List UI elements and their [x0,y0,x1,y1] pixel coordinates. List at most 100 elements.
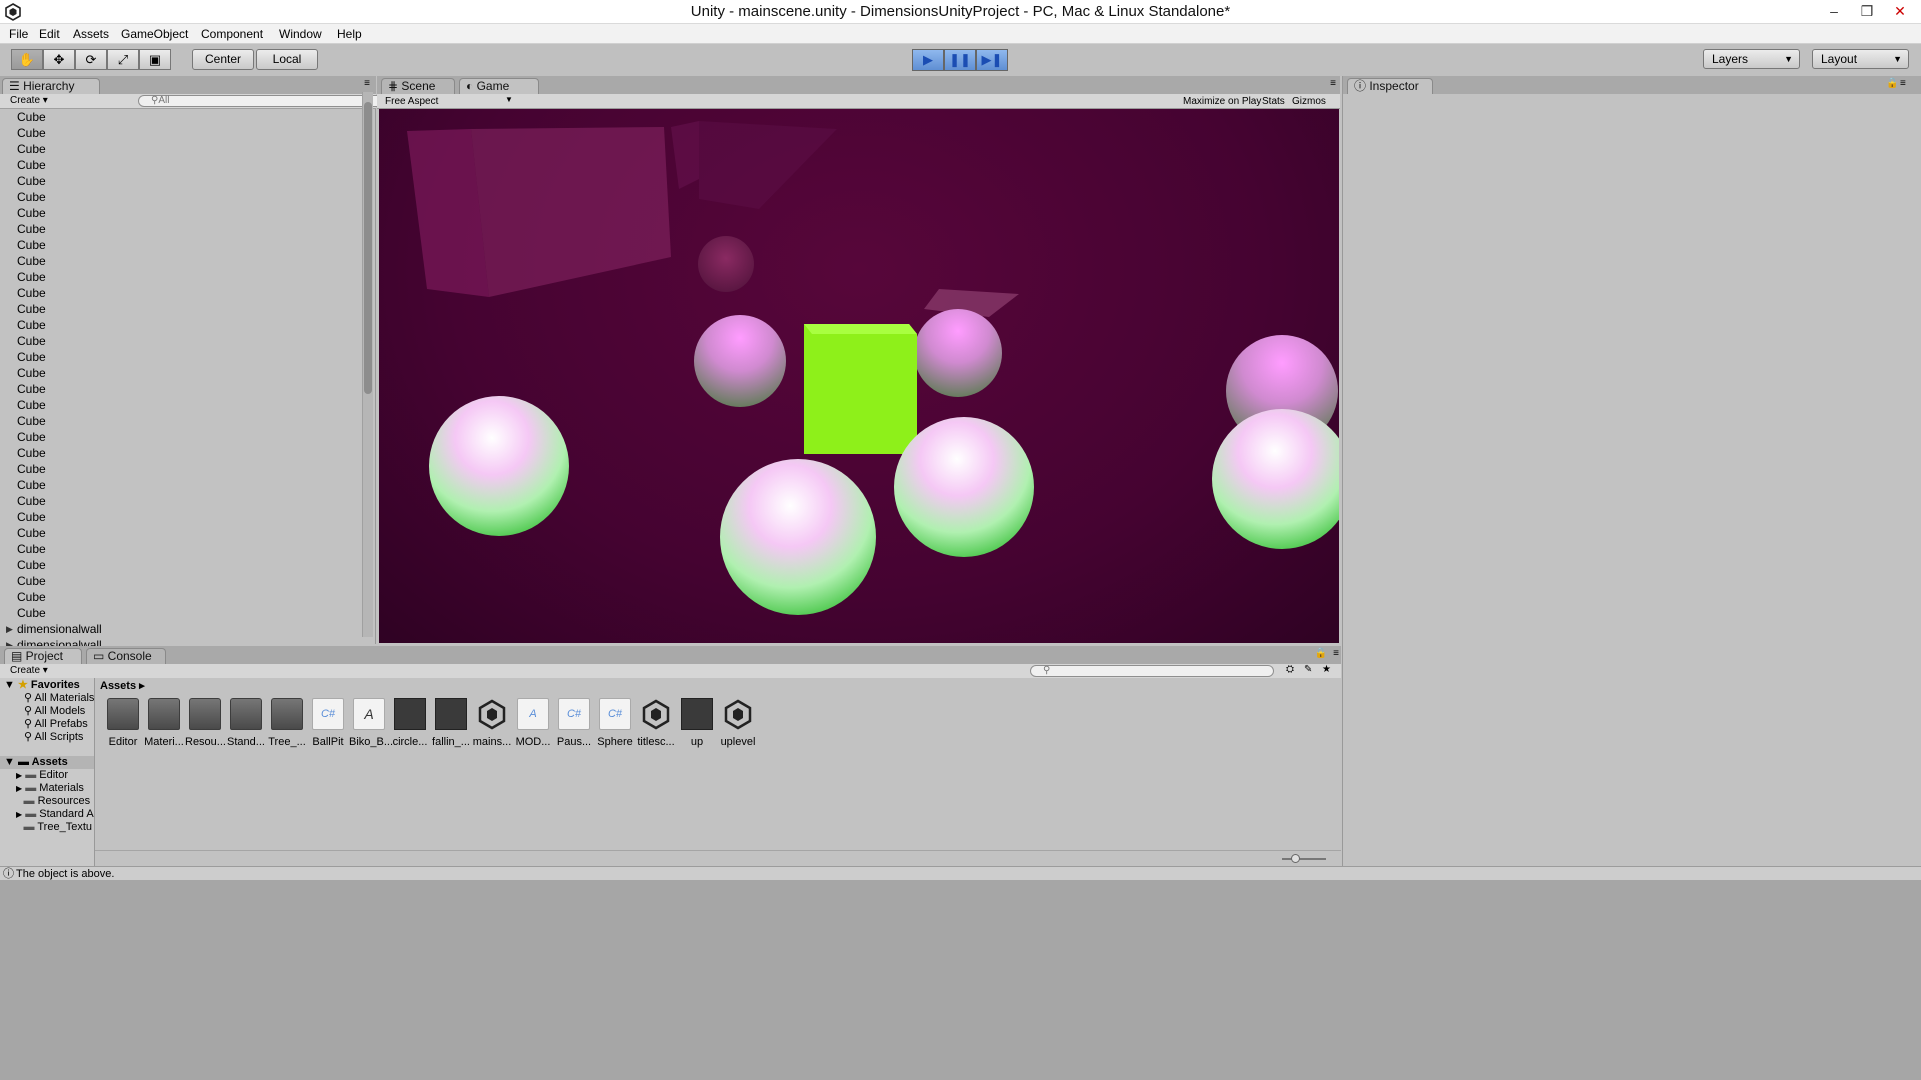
tab-project[interactable]: ▤ Project [4,648,82,664]
menu-edit[interactable]: Edit [39,27,60,41]
move-tool-icon[interactable]: ✥ [43,49,75,70]
game-viewport[interactable] [379,109,1339,643]
scale-tool-icon[interactable]: ⤢ [107,49,139,70]
hierarchy-item[interactable]: Cube [0,109,362,125]
hierarchy-item[interactable]: Cube [0,269,362,285]
panel-menu-icon[interactable]: ≡ [364,78,370,89]
asset-item[interactable]: uplevel [718,698,758,748]
hierarchy-item[interactable]: Cube [0,157,362,173]
asset-item[interactable]: A Biko_B... [349,698,393,748]
hierarchy-create-button[interactable]: Create ▾ [6,95,52,107]
hierarchy-item[interactable]: Cube [0,333,362,349]
pivot-local-button[interactable]: Local [256,49,318,70]
asset-item[interactable]: Editor [103,698,143,748]
stats-toggle[interactable]: Stats [1262,96,1285,107]
filter-label-icon[interactable]: ✎ [1304,664,1312,675]
tree-folder-item[interactable]: ▶ ▬ Standard As [0,808,94,821]
hierarchy-item[interactable]: Cube [0,125,362,141]
favorites-header[interactable]: ▼ ★ Favorites [0,679,94,692]
hierarchy-item[interactable]: Cube [0,605,362,621]
tree-folder-item[interactable]: ▬ Tree_Textu [0,821,94,834]
favorite-item[interactable]: ⚲ All Scripts [0,731,94,744]
hierarchy-item[interactable]: Cube [0,301,362,317]
step-button-icon[interactable]: ▶❚ [976,49,1008,71]
expand-arrow-icon[interactable]: ▶ [6,621,13,637]
favorite-item[interactable]: ⚲ All Prefabs [0,718,94,731]
panel-menu-icon[interactable]: ≡ [1900,78,1906,89]
tab-hierarchy[interactable]: ☰ Hierarchy [2,78,100,94]
hierarchy-item[interactable]: Cube [0,381,362,397]
hierarchy-item[interactable]: Cube [0,445,362,461]
gizmos-dropdown[interactable]: Gizmos [1292,96,1326,107]
panel-menu-icon[interactable]: ≡ [1333,648,1339,659]
hand-tool-icon[interactable]: ✋ [11,49,43,70]
hierarchy-item[interactable]: Cube [0,429,362,445]
favorite-star-icon[interactable]: ★ [1322,664,1331,675]
project-create-button[interactable]: Create ▾ [6,665,52,677]
hierarchy-item[interactable]: Cube [0,541,362,557]
hierarchy-item[interactable]: Cube [0,189,362,205]
favorite-item[interactable]: ⚲ All Materials [0,692,94,705]
hierarchy-item[interactable]: Cube [0,461,362,477]
pause-button-icon[interactable]: ❚❚ [944,49,976,71]
lock-icon[interactable]: 🔒 [1886,78,1898,89]
hierarchy-item[interactable]: Cube [0,141,362,157]
asset-item[interactable]: fallin_... [431,698,471,748]
layers-dropdown[interactable]: Layers ▼ [1703,49,1800,69]
hierarchy-item[interactable]: Cube [0,493,362,509]
pivot-center-button[interactable]: Center [192,49,254,70]
tab-console[interactable]: ▭ Console [86,648,166,664]
tab-game[interactable]: ◐ Game [459,78,539,94]
asset-item[interactable]: Materi... [144,698,184,748]
hierarchy-scrollbar[interactable] [362,92,373,637]
hierarchy-item[interactable]: Cube [0,365,362,381]
lock-icon[interactable]: 🔒 [1315,648,1327,659]
hierarchy-item[interactable]: Cube [0,477,362,493]
rotate-tool-icon[interactable]: ⟳ [75,49,107,70]
hierarchy-item[interactable]: Cube [0,237,362,253]
hierarchy-item[interactable]: Cube [0,413,362,429]
asset-item[interactable]: C# Sphere [595,698,635,748]
tab-inspector[interactable]: ⓘ Inspector [1347,78,1433,94]
asset-item[interactable]: titlesc... [636,698,676,748]
menu-assets[interactable]: Assets [73,27,109,41]
tab-scene[interactable]: ⋕ Scene [381,78,455,94]
menu-help[interactable]: Help [337,27,362,41]
menu-window[interactable]: Window [279,27,322,41]
menu-component[interactable]: Component [201,27,263,41]
hierarchy-item[interactable]: Cube [0,221,362,237]
icon-size-slider[interactable] [1282,858,1326,860]
hierarchy-item[interactable]: ▶ dimensionalwall [0,621,362,637]
tree-folder-item[interactable]: ▶ ▬ Materials [0,782,94,795]
project-search-input[interactable]: ⚲ [1030,665,1274,677]
hierarchy-item[interactable]: Cube [0,317,362,333]
aspect-dropdown[interactable]: Free Aspect [385,96,438,107]
maximize-on-play-toggle[interactable]: Maximize on Play [1183,96,1261,107]
asset-item[interactable]: C# BallPit [308,698,348,748]
asset-item[interactable]: A MOD... [513,698,553,748]
hierarchy-item[interactable]: Cube [0,509,362,525]
menu-file[interactable]: File [9,27,28,41]
hierarchy-item[interactable]: Cube [0,397,362,413]
tree-folder-item[interactable]: ▬ Resources [0,795,94,808]
asset-item[interactable]: Tree_... [267,698,307,748]
assets-header[interactable]: ▼ ▬ Assets [0,756,94,769]
menu-gameobject[interactable]: GameObject [121,27,188,41]
slider-handle[interactable] [1291,854,1300,863]
hierarchy-item[interactable]: Cube [0,589,362,605]
favorite-item[interactable]: ⚲ All Models [0,705,94,718]
panel-menu-icon[interactable]: ≡ [1330,78,1336,89]
asset-item[interactable]: circle... [390,698,430,748]
asset-item[interactable]: mains... [472,698,512,748]
hierarchy-item[interactable]: Cube [0,173,362,189]
hierarchy-item[interactable]: Cube [0,557,362,573]
breadcrumb[interactable]: Assets ▸ [100,679,145,692]
hierarchy-item[interactable]: Cube [0,349,362,365]
hierarchy-item[interactable]: Cube [0,285,362,301]
hierarchy-item[interactable]: Cube [0,525,362,541]
scrollbar-thumb[interactable] [364,102,372,394]
close-button[interactable]: ✕ [1880,0,1920,22]
play-button-icon[interactable]: ▶ [912,49,944,71]
asset-item[interactable]: C# Paus... [554,698,594,748]
hierarchy-item[interactable]: Cube [0,573,362,589]
